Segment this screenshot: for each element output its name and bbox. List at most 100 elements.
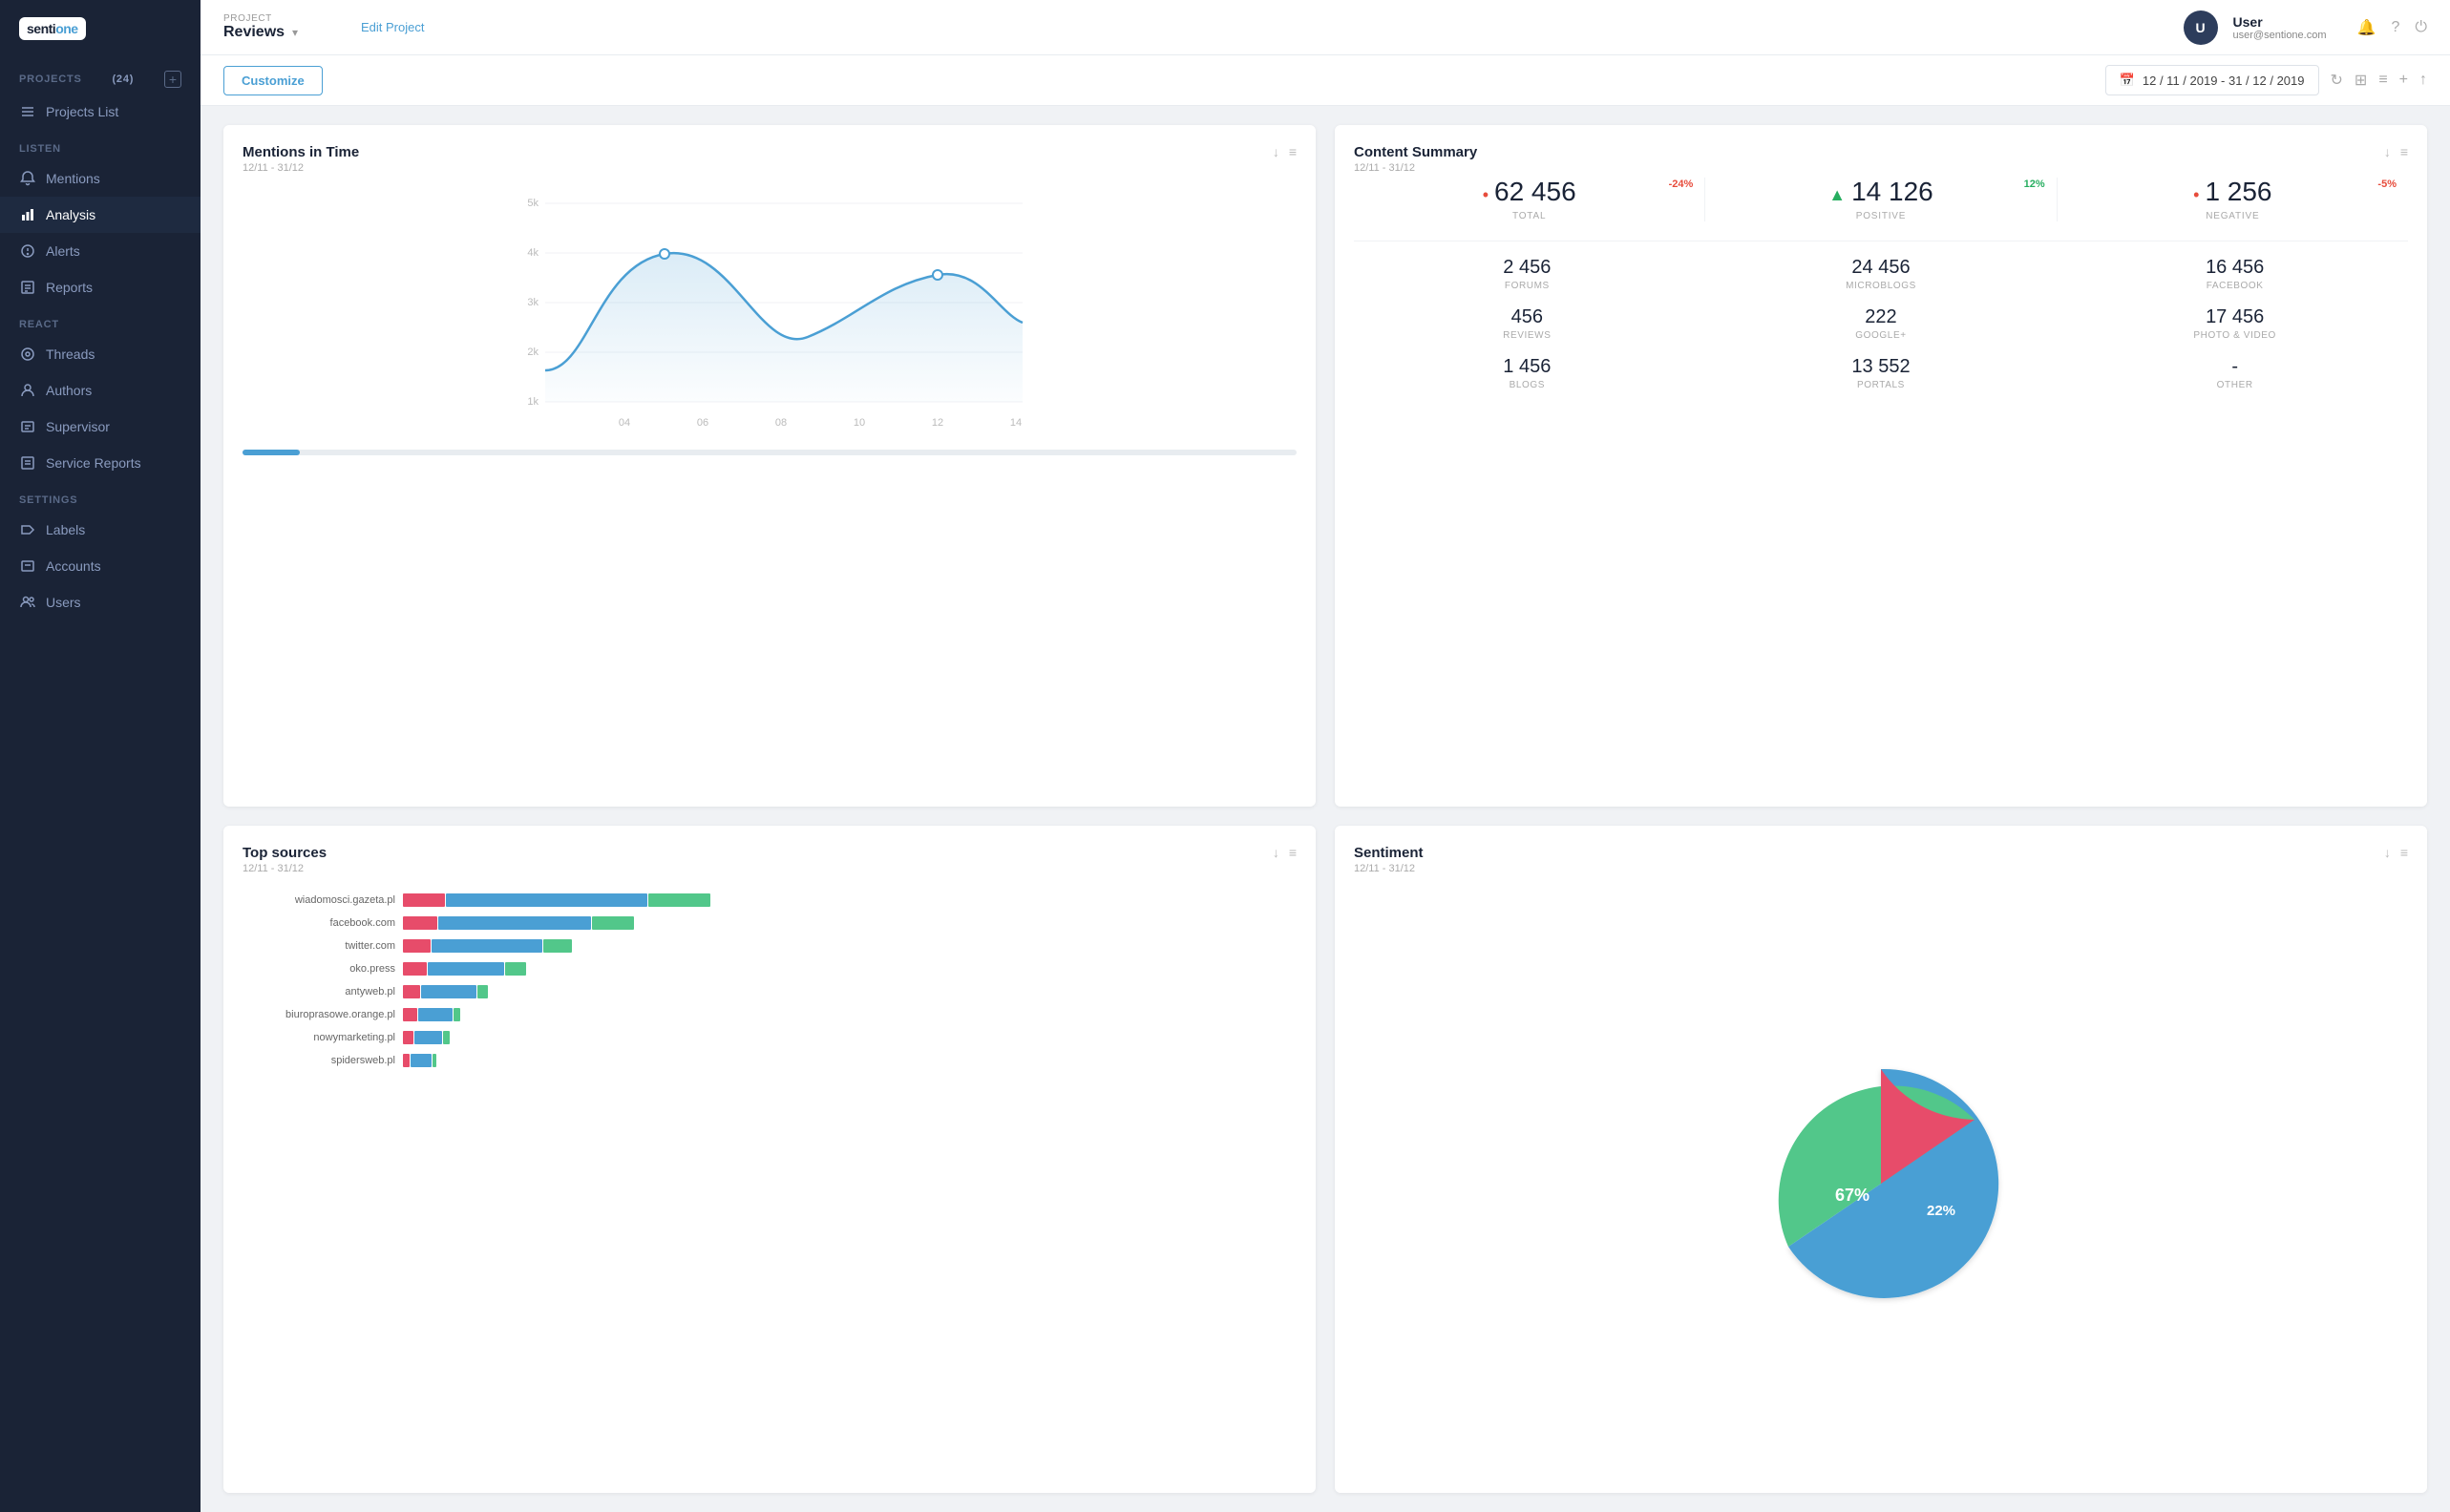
sidebar-item-authors[interactable]: Authors [0, 372, 201, 409]
sidebar-item-accounts[interactable]: Accounts [0, 548, 201, 584]
add-project-button[interactable]: + [164, 71, 181, 88]
main-area: PROJECT Reviews ▾ Edit Project U User us… [201, 0, 2450, 1512]
sidebar-item-analysis[interactable]: Analysis [0, 197, 201, 233]
chart-icon [19, 206, 36, 223]
sources-download-icon[interactable]: ↓ [1273, 845, 1279, 860]
edit-project-link[interactable]: Edit Project [361, 20, 424, 34]
settings-section-title: SETTINGS [0, 481, 201, 512]
bar-label: wiadomosci.gazeta.pl [243, 894, 395, 906]
total-value: 62 456 [1494, 178, 1576, 207]
sidebar-item-mentions[interactable]: Mentions [0, 160, 201, 197]
total-stat: • 62 456 -24% TOTAL [1354, 178, 1704, 221]
customize-button[interactable]: Customize [223, 66, 323, 95]
date-range-button[interactable]: 📅 12 / 11 / 2019 - 31 / 12 / 2019 [2105, 65, 2319, 95]
svg-text:67%: 67% [1835, 1186, 1869, 1205]
labels-icon [19, 521, 36, 538]
photo-video-label: PHOTO & VIDEO [2061, 330, 2408, 341]
sidebar-alerts-label: Alerts [46, 243, 80, 259]
sidebar-reports-label: Reports [46, 280, 93, 295]
mentions-chart-header: Mentions in Time 12/11 - 31/12 ↓ ≡ [243, 144, 1297, 174]
sidebar-item-service-reports[interactable]: Service Reports [0, 445, 201, 481]
portals-label: PORTALS [1708, 380, 2055, 390]
bar-label: oko.press [243, 963, 395, 975]
bar-segment-blue [432, 939, 542, 953]
grid-icon[interactable]: ⊞ [2355, 71, 2367, 90]
summary-settings-icon[interactable]: ≡ [2400, 144, 2408, 159]
bar-row: oko.press [243, 962, 1297, 976]
bar-segment-pink [403, 962, 427, 976]
user-email: user@sentione.com [2233, 30, 2327, 41]
negative-badge: -5% [2374, 178, 2400, 191]
add-widget-icon[interactable]: + [2399, 72, 2408, 89]
threads-icon [19, 346, 36, 363]
bar-segment-blue [411, 1054, 432, 1067]
user-avatar: U [2184, 10, 2218, 45]
bar-label: nowymarketing.pl [243, 1032, 395, 1043]
notification-icon[interactable]: 🔔 [2357, 18, 2376, 37]
bar-segment-pink [403, 893, 445, 907]
react-section-title: REACT [0, 305, 201, 336]
mentions-chart-card: Mentions in Time 12/11 - 31/12 ↓ ≡ 5k 4k… [223, 125, 1316, 807]
bar-track [403, 939, 1297, 953]
top-sources-subtitle: 12/11 - 31/12 [243, 863, 327, 874]
top-sources-bar-chart: wiadomosci.gazeta.plfacebook.comtwitter.… [243, 893, 1297, 1474]
sidebar-service-reports-label: Service Reports [46, 455, 141, 471]
negative-dot: • [2193, 185, 2199, 205]
blogs-label: BLOGS [1354, 380, 1700, 390]
settings-icon[interactable]: ≡ [1289, 144, 1297, 159]
facebook-value: 16 456 [2061, 257, 2408, 279]
svg-text:14: 14 [1010, 417, 1022, 429]
bar-segment-blue [414, 1031, 442, 1044]
sidebar-item-supervisor[interactable]: Supervisor [0, 409, 201, 445]
bar-row: twitter.com [243, 939, 1297, 953]
refresh-icon[interactable]: ↻ [2331, 71, 2343, 90]
bell-icon [19, 170, 36, 187]
photo-video-value: 17 456 [2061, 306, 2408, 328]
project-label: PROJECT [223, 13, 338, 24]
sidebar-item-alerts[interactable]: Alerts [0, 233, 201, 269]
svg-text:06: 06 [697, 417, 708, 429]
googleplus-value: 222 [1708, 306, 2055, 328]
sentiment-download-icon[interactable]: ↓ [2384, 845, 2391, 860]
sidebar-threads-label: Threads [46, 346, 95, 362]
sidebar-item-users[interactable]: Users [0, 584, 201, 620]
export-icon[interactable]: ↑ [2419, 72, 2427, 89]
main-stats-row: • 62 456 -24% TOTAL ▲ 14 126 12% POSITIV… [1354, 178, 2408, 242]
sources-settings-icon[interactable]: ≡ [1289, 845, 1297, 860]
sidebar-item-projects-list[interactable]: Projects List [0, 94, 201, 130]
microblogs-value: 24 456 [1708, 257, 2055, 279]
top-sources-card: Top sources 12/11 - 31/12 ↓ ≡ wiadomosci… [223, 826, 1316, 1493]
bar-segment-green [505, 962, 526, 976]
microblogs-label: MICROBLOGS [1708, 281, 2055, 291]
summary-download-icon[interactable]: ↓ [2384, 144, 2391, 159]
bar-segment-blue [446, 893, 647, 907]
facebook-stat: 16 456 FACEBOOK [2061, 257, 2408, 291]
download-icon[interactable]: ↓ [1273, 144, 1279, 159]
sentiment-settings-icon[interactable]: ≡ [2400, 845, 2408, 860]
chart-scrollbar[interactable] [243, 450, 1297, 455]
power-icon[interactable]: ⏻ [2415, 19, 2427, 36]
reviews-stat: 456 REVIEWS [1354, 306, 1700, 341]
help-icon[interactable]: ? [2391, 19, 2399, 36]
googleplus-label: GOOGLE+ [1708, 330, 2055, 341]
sidebar-item-threads[interactable]: Threads [0, 336, 201, 372]
sidebar-accounts-label: Accounts [46, 558, 101, 574]
positive-badge: 12% [2020, 178, 2049, 191]
project-selector[interactable]: PROJECT Reviews ▾ [223, 13, 338, 41]
toolbar: Customize 📅 12 / 11 / 2019 - 31 / 12 / 2… [201, 55, 2450, 106]
sidebar-item-reports[interactable]: Reports [0, 269, 201, 305]
content-summary-actions: ↓ ≡ [2384, 144, 2408, 159]
secondary-stats-grid: 2 456 FORUMS 24 456 MICROBLOGS 16 456 FA… [1354, 257, 2408, 390]
filter-icon[interactable]: ≡ [2378, 72, 2387, 89]
total-label: TOTAL [1354, 211, 1704, 221]
other-value: - [2061, 356, 2408, 378]
googleplus-stat: 222 GOOGLE+ [1708, 306, 2055, 341]
logo-area: sentione [0, 0, 201, 57]
user-name: User [2233, 14, 2327, 30]
sidebar-item-labels[interactable]: Labels [0, 512, 201, 548]
listen-section-title: LISTEN [0, 130, 201, 160]
bar-track [403, 916, 1297, 930]
bar-segment-blue [438, 916, 591, 930]
content-grid: Mentions in Time 12/11 - 31/12 ↓ ≡ 5k 4k… [201, 106, 2450, 1512]
svg-text:1k: 1k [527, 396, 539, 408]
